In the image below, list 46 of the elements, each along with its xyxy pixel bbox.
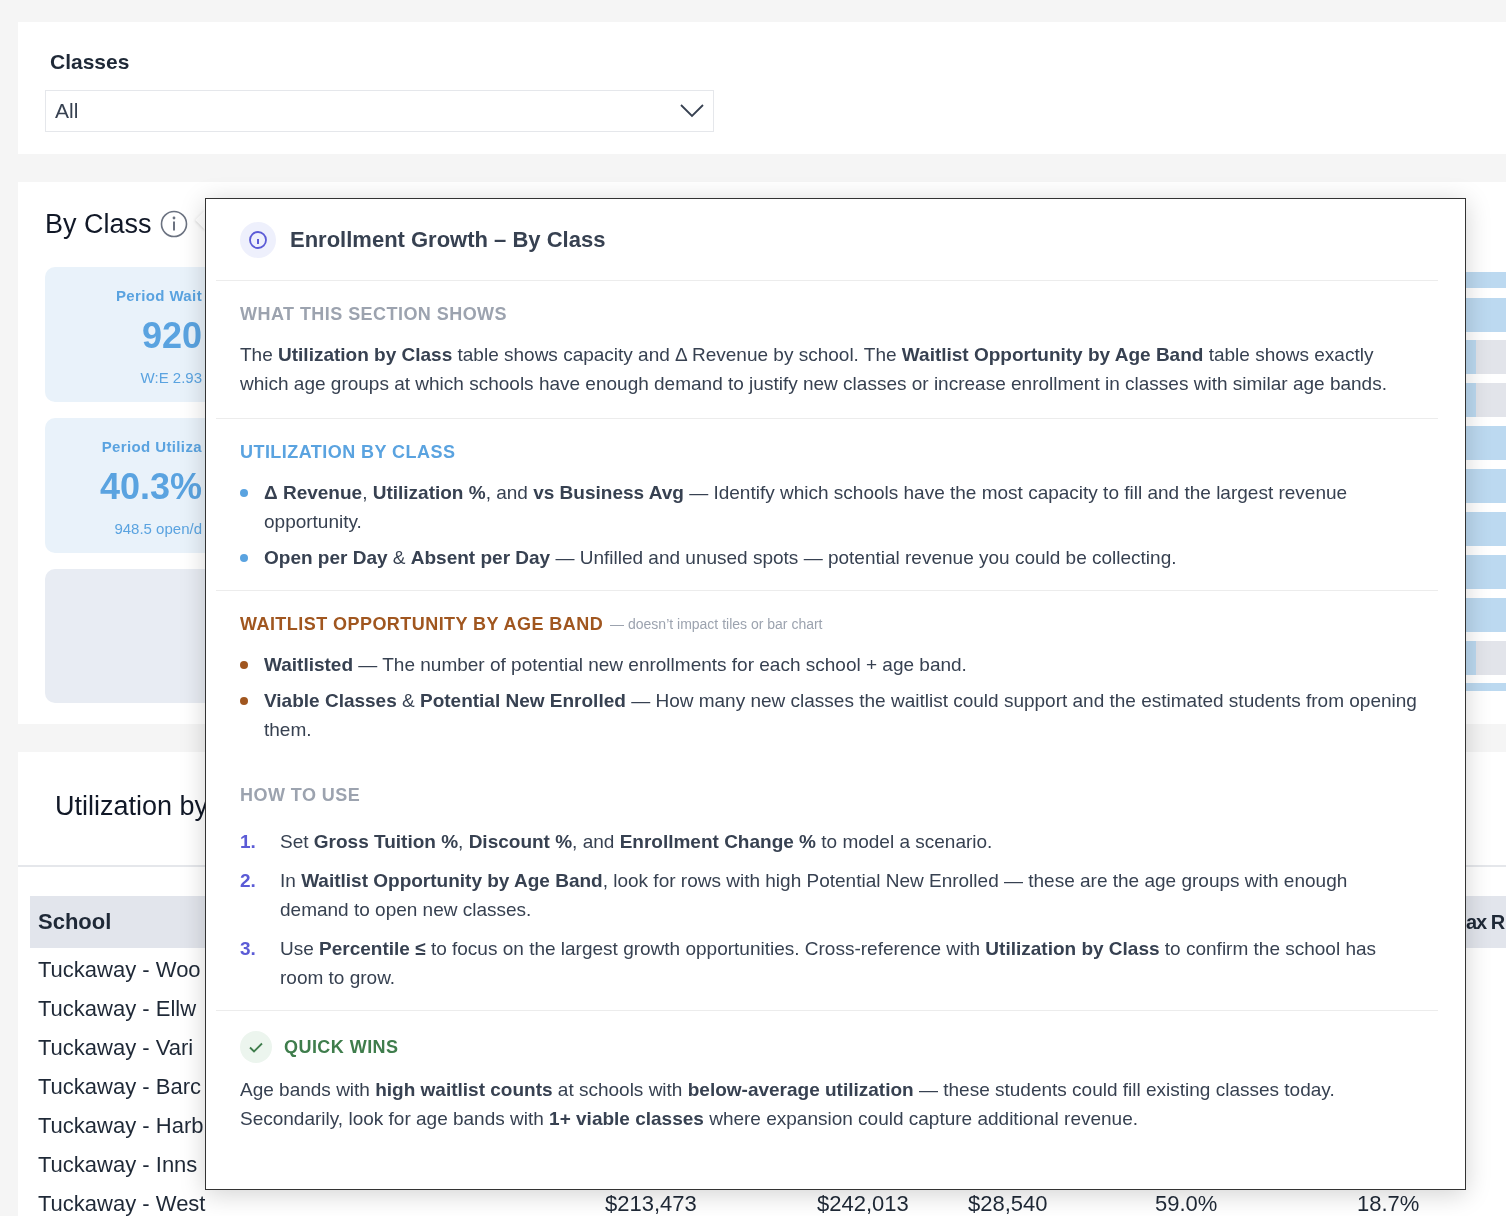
tile-value: 920 [141,314,202,358]
table-cell-text: Tuckaway - West [38,1189,206,1216]
table-cell-text: Tuckaway - Ellw [38,994,197,1023]
tile-label: Period Utiliza [101,436,202,457]
bullet-text: Open per Day & Absent per Day — Unfilled and unused spots — potential revenue you could be collecting. [264,546,1177,570]
tile-subtext: W:E 2.93 [140,368,202,388]
table-cell-text: 59.0% [1155,1189,1218,1216]
column-header: School [38,908,112,936]
table-cell-text: Tuckaway - Inns [38,1150,198,1179]
section-heading: UTILIZATION BY CLASS [240,441,456,464]
section-note: — doesn’t impact tiles or bar chart [610,615,823,634]
table-cell-text: Tuckaway - Harb [38,1111,204,1140]
section-paragraph: The Utilization by Class table shows capacity and Δ Revenue by school. The Waitlist Opportunity by Age Band table shows exactly which age groups at which schools have enough demand to justify new classes or increase enrollment in classes with similar age bands. [240,343,1388,396]
tile-label: Period Wait [115,285,202,306]
table-cell-text: $242,013 [817,1189,909,1216]
section-heading: HOW TO USE [240,784,361,807]
step-text: Set Gross Tuition %, Discount %, and Enrollment Change % to model a scenario. [280,830,993,854]
column-header: ax R [1466,909,1505,935]
bullet-text: Waitlisted — The number of potential new enrollments for each school + age band. [264,653,967,677]
tile-subtext: 948.5 open/d [114,519,202,539]
table-cell-text: Tuckaway - Vari [38,1033,194,1062]
info-icon [240,221,276,258]
chevron-down-icon [680,103,704,118]
step-number: 1. [240,830,257,854]
table-cell-text: $28,540 [968,1189,1048,1216]
section-paragraph: Age bands with high waitlist counts at schools with below-average utilization — these students could fill existing classes today. Secondarily, look for age bands with 1+ viable classes where expansion could capture additional revenue. [240,1078,1336,1131]
section-title: By Class [45,208,152,241]
bullet-text: Viable Classes & Potential New Enrolled — How many new classes the waitlist could support and the estimated students from opening them. [264,689,1418,742]
step-text: Use Percentile ≤ to focus on the largest growth opportunities. Cross-reference with Utilization by Class to confirm the school has room to grow. [280,937,1378,990]
table-cell-text: $213,473 [605,1189,697,1216]
table-cell-text: Tuckaway - Woo [38,955,201,984]
filter-label: Classes [49,49,130,75]
bullet-text: Δ Revenue, Utilization %, and vs Business Avg — Identify which schools have the most capacity to fill and the largest revenue opportunity. [264,481,1349,534]
step-text: In Waitlist Opportunity by Age Band, look for rows with high Potential New Enrolled — these are the age groups with enough demand to open new classes. [280,869,1349,922]
step-number: 2. [240,869,257,893]
section-heading: WAITLIST OPPORTUNITY BY AGE BAND [240,613,604,636]
table-cell-text: Tuckaway - Barc [38,1072,201,1101]
section-heading: WHAT THIS SECTION SHOWS [240,303,507,326]
popover-title: Enrollment Growth – By Class [290,226,606,254]
tile-value: 40.3% [99,465,202,509]
section-heading: QUICK WINS [284,1035,399,1059]
step-number: 3. [240,937,257,961]
info-icon[interactable] [159,210,188,239]
classes-dropdown[interactable]: All [45,89,714,132]
table-cell-text: 18.7% [1357,1189,1420,1216]
check-icon [240,1031,272,1063]
